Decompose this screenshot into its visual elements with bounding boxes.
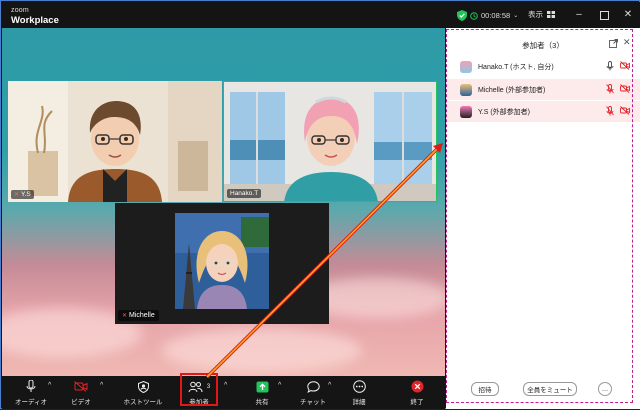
share-screen-icon bbox=[256, 381, 268, 392]
participants-options-caret-icon[interactable]: ^ bbox=[224, 382, 227, 389]
video-tile-hanako[interactable]: Hanako.T bbox=[223, 81, 437, 202]
muted-mic-icon[interactable] bbox=[606, 106, 614, 116]
brand-large: Workplace bbox=[11, 15, 59, 26]
video-off-icon[interactable] bbox=[620, 61, 630, 70]
participants-icon bbox=[188, 381, 203, 392]
muted-mic-icon: ✕ bbox=[122, 313, 128, 319]
host-tools-button[interactable]: ホストツール bbox=[122, 378, 164, 408]
share-options-caret-icon[interactable]: ^ bbox=[278, 382, 281, 389]
video-button[interactable]: ビデオ bbox=[66, 378, 96, 408]
participant-name-label: ✕ Michelle bbox=[118, 310, 159, 321]
more-options-icon bbox=[352, 380, 366, 393]
participant-row[interactable]: Hanako.T (ホスト, 自分) bbox=[446, 56, 640, 77]
mute-all-button[interactable]: 全員をミュート bbox=[523, 382, 577, 396]
meeting-timer[interactable]: 00:08:58 ⌄ bbox=[470, 9, 518, 22]
brand-small: zoom bbox=[11, 7, 29, 14]
grid-view-icon bbox=[547, 11, 555, 18]
minimize-button[interactable]: – bbox=[572, 8, 586, 22]
video-tile-ys[interactable]: ✕ Y.S bbox=[8, 81, 222, 202]
participants-button[interactable]: 3 参加者 bbox=[184, 378, 214, 408]
background-cloud bbox=[162, 328, 362, 373]
microphone-icon[interactable] bbox=[606, 61, 614, 71]
zoom-window: zoom Workplace 00:08:58 ⌄ 表示 – ✕ ✕ Y.S H… bbox=[0, 0, 640, 409]
chat-bubble-icon bbox=[306, 380, 320, 393]
close-panel-icon[interactable]: ✕ bbox=[623, 37, 631, 48]
muted-mic-icon: ✕ bbox=[14, 192, 20, 198]
invite-button[interactable]: 招待 bbox=[471, 382, 499, 396]
avatar bbox=[460, 83, 472, 96]
muted-mic-icon[interactable] bbox=[606, 84, 614, 94]
video-off-icon[interactable] bbox=[620, 106, 630, 115]
meeting-stage: ✕ Y.S Hanako.T ✕ Michelle bbox=[2, 28, 445, 376]
participants-panel: 参加者（3） ✕ Hanako.T (ホスト, 自分) Michelle (外部… bbox=[446, 28, 640, 409]
close-window-button[interactable]: ✕ bbox=[621, 8, 635, 22]
audio-button[interactable]: オーディオ bbox=[15, 378, 47, 408]
audio-options-caret-icon[interactable]: ^ bbox=[48, 382, 51, 389]
chevron-down-icon: ⌄ bbox=[513, 13, 519, 19]
microphone-icon bbox=[26, 380, 36, 392]
chat-button[interactable]: チャット bbox=[298, 378, 328, 408]
video-off-icon[interactable] bbox=[620, 84, 630, 93]
avatar-video-ys bbox=[8, 81, 222, 202]
video-off-icon bbox=[74, 381, 88, 392]
avatar-video-hanako bbox=[224, 82, 436, 201]
view-label: 表示 bbox=[528, 10, 543, 19]
pop-out-icon[interactable] bbox=[609, 39, 618, 48]
video-options-caret-icon[interactable]: ^ bbox=[100, 382, 103, 389]
end-call-icon bbox=[411, 380, 423, 393]
share-button[interactable]: 共有 bbox=[248, 378, 276, 408]
panel-more-button[interactable]: … bbox=[598, 382, 612, 396]
participant-name-label: ✕ Y.S bbox=[11, 190, 34, 199]
chat-options-caret-icon[interactable]: ^ bbox=[328, 382, 331, 389]
more-button[interactable]: 詳細 bbox=[346, 378, 372, 408]
timer-text: 00:08:58 bbox=[481, 11, 511, 20]
shield-icon bbox=[137, 380, 149, 393]
app-logo: zoom Workplace bbox=[11, 6, 59, 25]
timer-icon bbox=[470, 11, 478, 20]
avatar-video-michelle bbox=[175, 213, 269, 309]
participant-row[interactable]: Y.S (外部参加者) bbox=[446, 101, 640, 122]
security-shield-icon[interactable] bbox=[457, 10, 467, 21]
maximize-button[interactable] bbox=[597, 8, 611, 22]
avatar bbox=[460, 60, 472, 73]
video-tile-michelle[interactable]: ✕ Michelle bbox=[115, 203, 329, 324]
participant-name-label: Hanako.T bbox=[227, 189, 262, 198]
participants-count: 3 bbox=[206, 383, 211, 390]
meeting-toolbar: オーディオ ^ ビデオ ^ ホストツール 3 参加者 ^ 共有 ^ チャット ^… bbox=[2, 376, 445, 409]
view-menu-button[interactable]: 表示 bbox=[528, 9, 555, 20]
avatar bbox=[460, 105, 472, 118]
end-meeting-button[interactable]: 終了 bbox=[404, 378, 430, 408]
participant-row[interactable]: Michelle (外部参加者) bbox=[446, 79, 640, 100]
title-bar: zoom Workplace 00:08:58 ⌄ 表示 – ✕ bbox=[2, 2, 640, 28]
